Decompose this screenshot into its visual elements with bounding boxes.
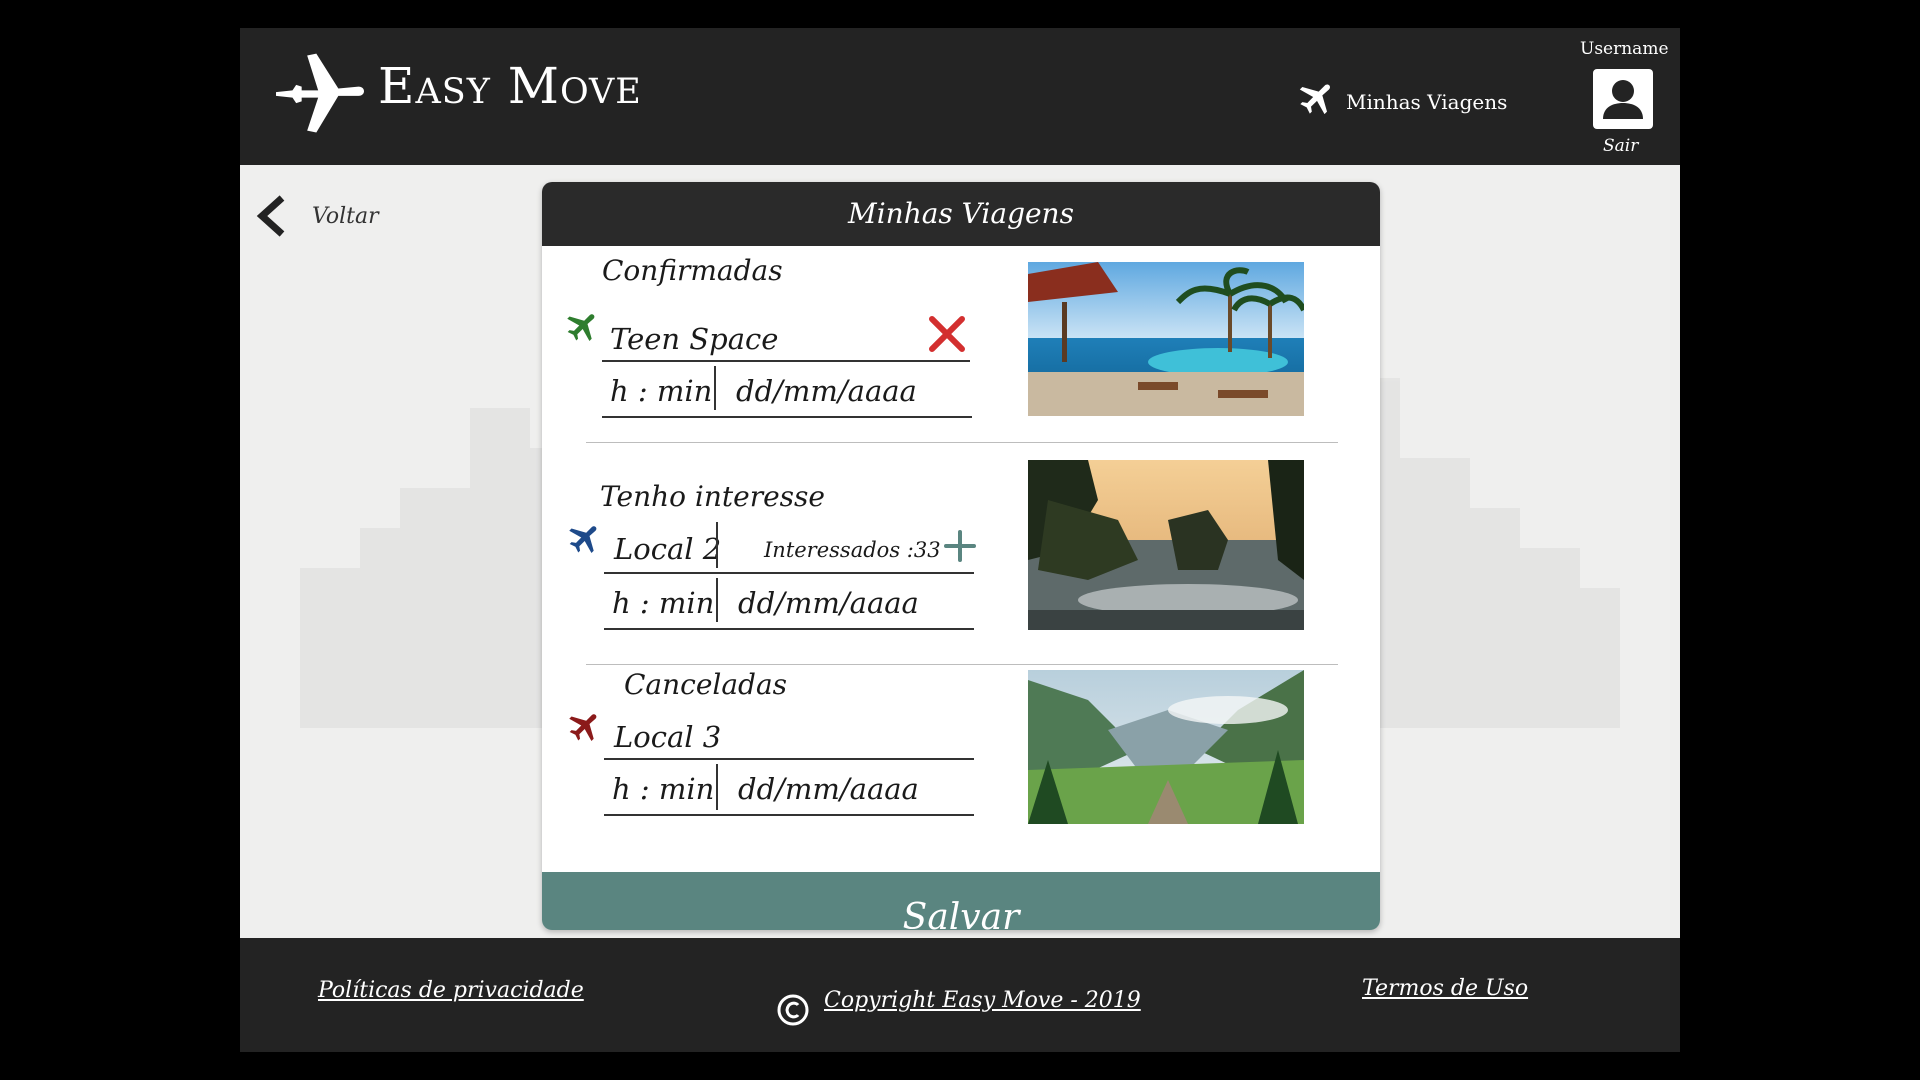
user-icon (1603, 80, 1643, 119)
trip-image-valley (1028, 670, 1304, 824)
date-field-cancelled[interactable]: dd/mm/aaaa (738, 772, 919, 806)
time-field-cancelled[interactable]: h : min (612, 772, 714, 806)
time-field-interested[interactable]: h : min (612, 586, 714, 620)
divider-line (602, 360, 970, 362)
header: Easy Move Minhas Viagens Username Sair (240, 28, 1680, 165)
back-label: Voltar (312, 203, 379, 229)
divider-line (604, 814, 974, 816)
nav-my-trips[interactable]: Minhas Viagens (1294, 82, 1507, 122)
trip-name-interested: Local 2 (614, 532, 722, 566)
divider-line (604, 628, 974, 630)
airplane-interested-icon (569, 526, 597, 553)
field-separator (716, 764, 718, 810)
section-title-interested: Tenho interesse (600, 480, 825, 513)
trip-name-confirmed: Teen Space (610, 322, 779, 356)
divider-line (604, 758, 974, 760)
date-field-interested[interactable]: dd/mm/aaaa (738, 586, 919, 620)
terms-of-use-link[interactable]: Termos de Uso (1362, 976, 1528, 1001)
chevron-left-icon (256, 195, 285, 237)
section-separator (586, 664, 1338, 665)
username-label: Username (1580, 39, 1669, 59)
privacy-policy-link[interactable]: Políticas de privacidade (318, 978, 584, 1003)
field-separator (716, 522, 718, 568)
card-title: Minhas Viagens (542, 182, 1380, 246)
copyright-link[interactable]: Copyright Easy Move - 2019 (824, 988, 1141, 1013)
date-field-confirmed[interactable]: dd/mm/aaaa (736, 374, 917, 408)
add-trip-plus-icon[interactable] (942, 528, 978, 564)
brand-name[interactable]: Easy Move (378, 56, 642, 116)
divider-line (602, 416, 972, 418)
section-title-cancelled: Canceladas (624, 668, 788, 701)
airplane-confirmed-icon (567, 314, 595, 341)
field-separator (714, 366, 716, 410)
field-separator (716, 578, 718, 622)
logout-link[interactable]: Sair (1603, 136, 1638, 156)
time-field-confirmed[interactable]: h : min (610, 374, 712, 408)
trip-image-resort (1028, 262, 1304, 416)
airplane-logo-icon (276, 53, 364, 133)
section-title-confirmed: Confirmadas (602, 254, 783, 287)
interested-count: Interessados :33 (764, 538, 941, 562)
airplane-icon (1299, 84, 1330, 115)
section-separator (586, 442, 1338, 443)
save-button[interactable]: Salvar (542, 872, 1380, 930)
nav-my-trips-label: Minhas Viagens (1346, 90, 1508, 114)
trip-image-coast (1028, 460, 1304, 630)
divider-line (604, 572, 974, 574)
airplane-cancelled-icon (569, 714, 597, 741)
user-avatar[interactable] (1593, 69, 1653, 129)
footer: Políticas de privacidade Copyright Easy … (240, 938, 1680, 1052)
my-trips-card: Minhas Viagens Confirmadas Teen Space h … (542, 182, 1380, 930)
copyright-icon (777, 994, 809, 1026)
app-window: Easy Move Minhas Viagens Username Sair V… (240, 28, 1680, 1052)
trip-name-cancelled: Local 3 (614, 720, 722, 754)
remove-trip-close-icon[interactable] (927, 314, 967, 354)
back-button[interactable]: Voltar (252, 194, 379, 238)
